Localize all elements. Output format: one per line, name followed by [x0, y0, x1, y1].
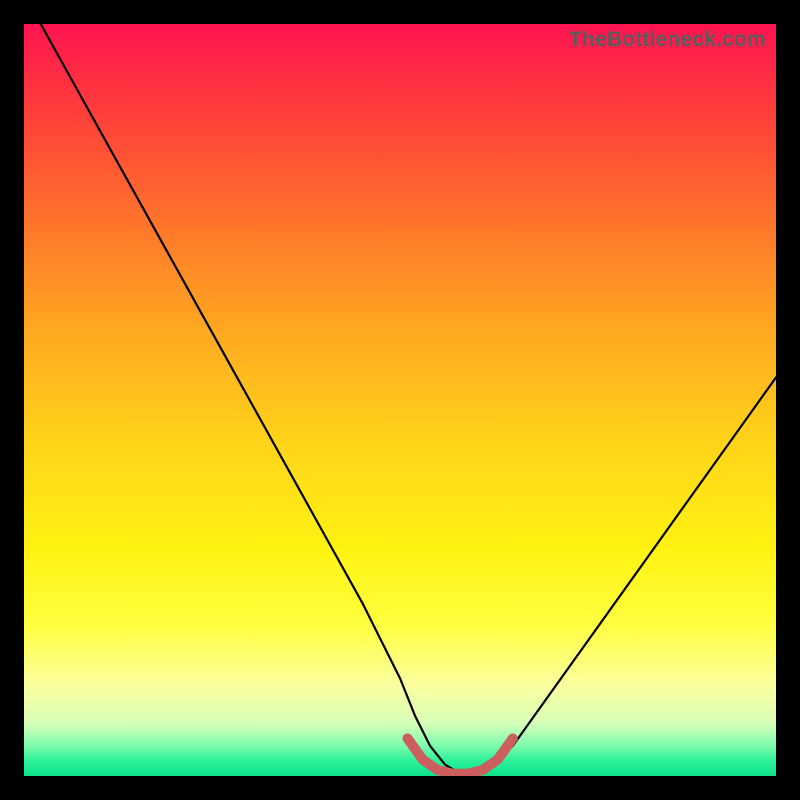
curve-group — [24, 24, 776, 774]
plot-area: TheBottleneck.com — [24, 24, 776, 776]
chart-svg — [24, 24, 776, 776]
bottleneck-curve-path — [24, 24, 776, 774]
optimal-band-path — [408, 738, 513, 773]
chart-frame: TheBottleneck.com — [0, 0, 800, 800]
